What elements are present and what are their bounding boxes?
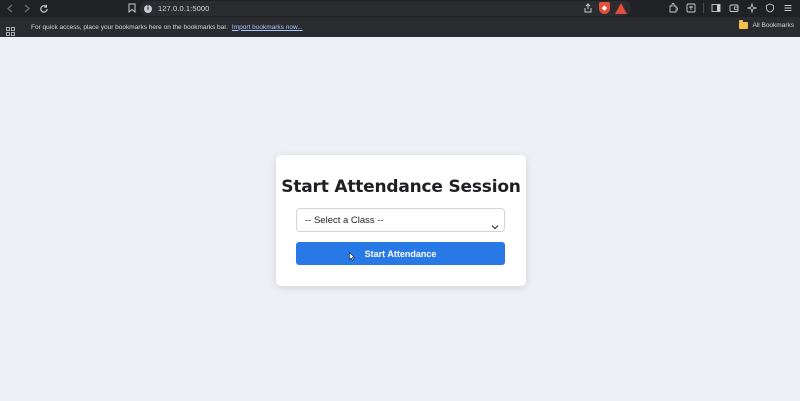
folder-icon bbox=[739, 20, 749, 29]
bookmark-icon[interactable] bbox=[125, 1, 139, 15]
browser-toolbar: i 127.0.0.1:5000 ◆ bbox=[0, 0, 800, 17]
back-icon[interactable] bbox=[3, 2, 17, 16]
all-bookmarks-button[interactable]: All Bookmarks bbox=[739, 20, 794, 29]
toolbar-divider bbox=[703, 3, 704, 13]
translate-icon[interactable] bbox=[685, 2, 697, 14]
chevron-down-icon bbox=[491, 216, 499, 230]
page-title: Start Attendance Session bbox=[281, 177, 521, 197]
extensions-icon[interactable] bbox=[667, 2, 679, 14]
sidebar-icon[interactable] bbox=[710, 2, 722, 14]
brave-rewards-icon[interactable] bbox=[615, 2, 627, 14]
attendance-card: Start Attendance Session -- Select a Cla… bbox=[276, 155, 526, 286]
site-info-icon[interactable]: i bbox=[144, 4, 152, 13]
address-bar[interactable]: i 127.0.0.1:5000 ◆ bbox=[140, 1, 631, 16]
url-text: 127.0.0.1:5000 bbox=[158, 4, 210, 13]
vpn-icon[interactable] bbox=[764, 2, 776, 14]
bookmarks-hint: For quick access, place your bookmarks h… bbox=[31, 23, 228, 31]
forward-icon[interactable] bbox=[20, 2, 34, 16]
apps-grid-icon[interactable] bbox=[6, 23, 15, 36]
menu-icon[interactable] bbox=[782, 2, 794, 14]
share-icon[interactable] bbox=[582, 2, 594, 14]
leo-ai-icon[interactable] bbox=[746, 2, 758, 14]
all-bookmarks-label: All Bookmarks bbox=[752, 22, 794, 29]
wallet-icon[interactable] bbox=[728, 2, 740, 14]
brave-shield-icon[interactable]: ◆ bbox=[599, 2, 610, 14]
class-select[interactable]: -- Select a Class -- bbox=[296, 208, 505, 232]
bookmarks-bar: For quick access, place your bookmarks h… bbox=[0, 17, 800, 37]
start-attendance-label: Start Attendance bbox=[364, 248, 437, 259]
mouse-cursor-icon bbox=[349, 246, 356, 261]
class-select-value: -- Select a Class -- bbox=[305, 214, 384, 226]
import-bookmarks-link[interactable]: Import bookmarks now... bbox=[232, 24, 303, 31]
start-attendance-button[interactable]: Start Attendance bbox=[296, 242, 505, 265]
reload-icon[interactable] bbox=[37, 2, 51, 16]
